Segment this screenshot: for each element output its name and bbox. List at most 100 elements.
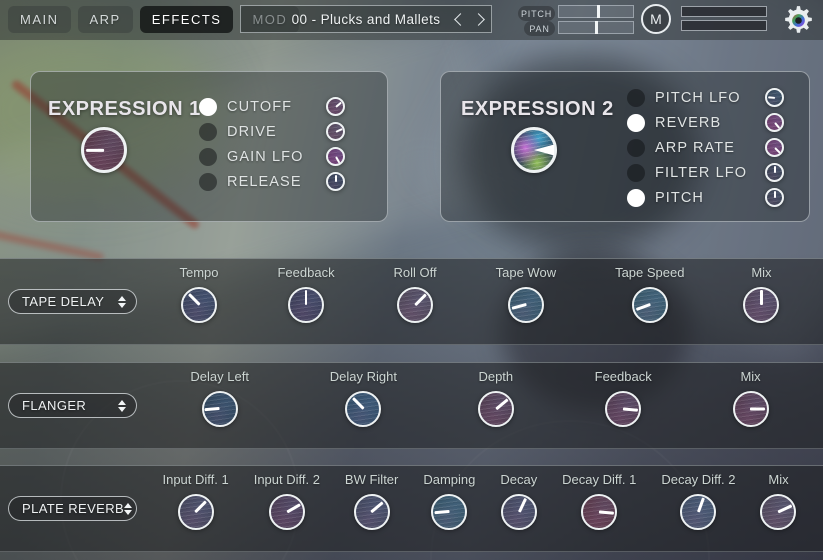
knob-tape-delay-feedback[interactable] — [288, 287, 324, 323]
chevron-left-icon[interactable] — [454, 13, 467, 26]
radio-filter-lfo[interactable] — [627, 164, 645, 182]
knob-label: Mix — [740, 369, 760, 384]
knob-plate-reverb-mix[interactable] — [760, 494, 796, 530]
radio-pitch[interactable] — [627, 189, 645, 207]
mini-knob-pitch-lfo[interactable] — [765, 88, 784, 107]
chevron-right-icon[interactable] — [472, 13, 485, 26]
plugin-window: MAIN ARP EFFECTS MOD 00 - Plucks and Mal… — [0, 0, 823, 560]
knob-pointer — [86, 149, 104, 152]
fx-knobs-3: Input Diff. 1Input Diff. 2BW FilterDampi… — [150, 472, 809, 530]
fx-row-flanger: FLANGER Delay LeftDelay RightDepthFeedba… — [0, 362, 823, 449]
mini-knob-pitch[interactable] — [765, 188, 784, 207]
knob-pointer — [352, 398, 364, 410]
preset-nav — [456, 6, 483, 32]
radio-cutoff[interactable] — [199, 98, 217, 116]
mini-knob-release[interactable] — [326, 172, 345, 191]
mute-button[interactable]: M — [641, 4, 671, 34]
knob-flanger-mix[interactable] — [733, 391, 769, 427]
meter-bar-bottom — [681, 20, 767, 31]
pitch-label: PITCH — [518, 6, 555, 21]
knob-pointer — [335, 175, 337, 182]
pan-slider[interactable] — [558, 21, 634, 34]
fx-selector-3[interactable]: PLATE REVERB — [8, 496, 137, 521]
preset-selector[interactable]: 00 - Plucks and Mallets — [240, 5, 492, 33]
knob-pointer — [774, 191, 776, 198]
knob-plate-reverb-input-diff-1[interactable] — [178, 494, 214, 530]
knob-tape-delay-tape-speed[interactable] — [632, 287, 668, 323]
mini-knob-cutoff[interactable] — [326, 97, 345, 116]
tab-effects[interactable]: EFFECTS — [140, 6, 234, 33]
expression-2-options: PITCH LFOREVERBARP RATEFILTER LFOPITCH — [627, 87, 784, 208]
radio-reverb[interactable] — [627, 114, 645, 132]
fx-knob-group-flanger-depth: Depth — [478, 369, 514, 427]
knob-tape-delay-roll-off[interactable] — [397, 287, 433, 323]
knob-pointer — [636, 304, 651, 311]
option-label: ARP RATE — [655, 140, 765, 156]
radio-release[interactable] — [199, 173, 217, 191]
option-label: FILTER LFO — [655, 165, 765, 181]
knob-flanger-feedback[interactable] — [605, 391, 641, 427]
fx-row-plate-reverb: PLATE REVERB Input Diff. 1Input Diff. 2B… — [0, 465, 823, 552]
knob-flanger-delay-left[interactable] — [202, 391, 238, 427]
pan-label: PAN — [524, 21, 555, 36]
expression-1-panel: EXPRESSION 1 CUTOFFDRIVEGAIN LFORELEASE — [30, 71, 388, 222]
knob-label: Decay Diff. 1 — [562, 472, 636, 487]
option-label: REVERB — [655, 115, 765, 131]
fx-knobs-1: TempoFeedbackRoll OffTape WowTape SpeedM… — [150, 265, 809, 323]
knob-pointer — [760, 290, 763, 305]
mini-knob-filter-lfo[interactable] — [765, 163, 784, 182]
fx-knob-group-plate-reverb-decay: Decay — [500, 472, 537, 530]
knob-pointer — [371, 502, 384, 513]
settings-button[interactable] — [780, 2, 816, 38]
knob-plate-reverb-bw-filter[interactable] — [354, 494, 390, 530]
knob-label: BW Filter — [345, 472, 398, 487]
knob-tape-delay-tempo[interactable] — [181, 287, 217, 323]
radio-pitch-lfo[interactable] — [627, 89, 645, 107]
knob-tape-delay-mix[interactable] — [743, 287, 779, 323]
expression-1-knob[interactable] — [81, 127, 127, 173]
radio-drive[interactable] — [199, 123, 217, 141]
pitch-slider[interactable] — [558, 5, 634, 18]
knob-plate-reverb-damping[interactable] — [431, 494, 467, 530]
fx-knob-group-plate-reverb-input-diff-2: Input Diff. 2 — [254, 472, 320, 530]
fx-selector-1[interactable]: TAPE DELAY — [8, 289, 137, 314]
mini-knob-drive[interactable] — [326, 122, 345, 141]
knob-plate-reverb-decay-diff-1[interactable] — [581, 494, 617, 530]
pitch-slider-handle[interactable] — [597, 5, 600, 18]
mini-knob-gain-lfo[interactable] — [326, 147, 345, 166]
radio-gain-lfo[interactable] — [199, 148, 217, 166]
expression2-option-filter-lfo: FILTER LFO — [627, 162, 784, 183]
fx-knob-group-tape-delay-tape-speed: Tape Speed — [615, 265, 684, 323]
top-bar: MAIN ARP EFFECTS MOD 00 - Plucks and Mal… — [0, 0, 823, 40]
fx-knob-group-tape-delay-mix: Mix — [743, 265, 779, 323]
knob-pointer — [751, 408, 766, 411]
fx-knob-group-tape-delay-feedback: Feedback — [277, 265, 334, 323]
knob-flanger-depth[interactable] — [478, 391, 514, 427]
mini-knob-arp-rate[interactable] — [765, 138, 784, 157]
tab-arp[interactable]: ARP — [78, 6, 133, 33]
expression-2-panel: EXPRESSION 2 PITCH LFOREVERBARP RATEFILT… — [440, 71, 810, 222]
knob-plate-reverb-decay[interactable] — [501, 494, 537, 530]
knob-tape-delay-tape-wow[interactable] — [508, 287, 544, 323]
fx-selector-3-label: PLATE REVERB — [22, 501, 124, 516]
expression2-option-arp-rate: ARP RATE — [627, 137, 784, 158]
fx-knob-group-tape-delay-tempo: Tempo — [179, 265, 218, 323]
knob-label: Mix — [751, 265, 771, 280]
knob-plate-reverb-decay-diff-2[interactable] — [680, 494, 716, 530]
knob-pointer — [435, 511, 450, 515]
knob-flanger-delay-right[interactable] — [345, 391, 381, 427]
expression-1-title: EXPRESSION 1 — [48, 98, 201, 121]
knob-plate-reverb-input-diff-2[interactable] — [269, 494, 305, 530]
pan-slider-handle[interactable] — [595, 21, 598, 34]
radio-arp-rate[interactable] — [627, 139, 645, 157]
fx-selector-2[interactable]: FLANGER — [8, 393, 137, 418]
option-label: RELEASE — [227, 174, 326, 190]
tab-main[interactable]: MAIN — [8, 6, 71, 33]
mini-knob-reverb[interactable] — [765, 113, 784, 132]
expression-2-knob[interactable] — [511, 127, 557, 173]
knob-label: Input Diff. 2 — [254, 472, 320, 487]
knob-pointer — [414, 294, 426, 306]
knob-pointer — [534, 145, 554, 156]
knob-pointer — [305, 290, 308, 305]
expression-2-title: EXPRESSION 2 — [461, 98, 614, 121]
